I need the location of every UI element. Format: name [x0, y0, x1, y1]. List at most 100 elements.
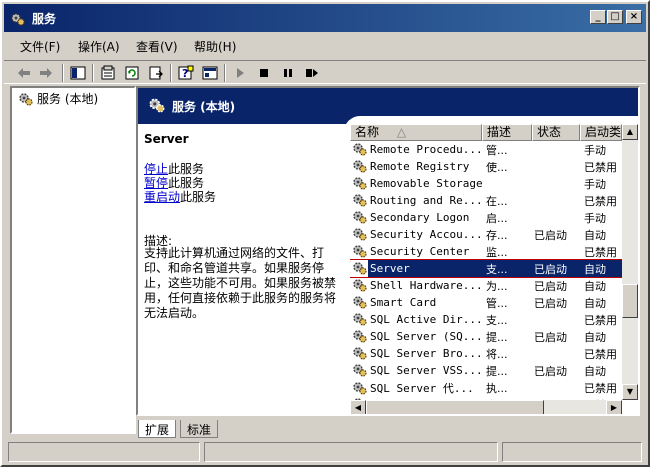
service-name-cell: SQL Server Bro... [352, 346, 482, 360]
service-gear-icon [352, 346, 368, 360]
service-name-cell: SQL Active Dir... [352, 312, 482, 326]
back-arrow-icon[interactable] [14, 63, 34, 83]
menu-file[interactable]: 文件(F) [16, 38, 64, 55]
service-row[interactable]: SQL Server (SQ... 提... 已启动 自动 [350, 328, 622, 345]
column-header-name[interactable]: 名称 △ [350, 124, 482, 141]
service-row[interactable]: Smart Card 管... 已启动 自动 [350, 294, 622, 311]
service-status: 已启动 [534, 331, 567, 344]
toolbar-separator [92, 64, 94, 82]
service-row[interactable]: Remote Registry 使... 已禁用 [350, 158, 622, 175]
service-name-cell: Remote Registry [352, 159, 482, 173]
details-pane: 服务 (本地) Server 停止此服务 暂停此服务 重启动此服务 描述: 支持… [136, 86, 640, 416]
column-header-startup-type[interactable]: 启动类型 [580, 124, 622, 141]
export-list-icon[interactable] [146, 63, 166, 83]
service-row[interactable]: Secondary Logon 启... 手动 [350, 209, 622, 226]
menu-help[interactable]: 帮助(H) [190, 38, 240, 55]
close-button[interactable]: × [626, 10, 642, 24]
service-gear-icon [352, 244, 368, 258]
service-row[interactable]: SQL Server Bro... 将... 已禁用 [350, 345, 622, 362]
service-row[interactable]: Security Center 监... 已禁用 [350, 243, 622, 260]
scroll-down-icon[interactable]: ▼ [622, 384, 638, 400]
service-row[interactable]: SQL Server 代... 执... 已禁用 [350, 379, 622, 396]
tab-extended[interactable]: 扩展 [138, 420, 177, 438]
service-row[interactable]: SQL Active Dir... 支... 已禁用 [350, 311, 622, 328]
vertical-scrollbar[interactable]: ▲ ▼ [622, 124, 638, 400]
properties-icon[interactable] [98, 63, 118, 83]
column-header-status[interactable]: 状态 [532, 124, 580, 141]
tab-standard[interactable]: 标准 [180, 420, 219, 438]
service-row[interactable]: SQL Server VSS... 提... 已启动 自动 [350, 362, 622, 379]
service-startup-type: 手动 [584, 178, 606, 191]
service-startup-type: 自动 [584, 229, 606, 242]
horizontal-scrollbar[interactable]: ◀ ▶ [350, 400, 622, 414]
tree-item-services-local[interactable]: 服务 (本地) [18, 90, 98, 107]
toolbar-separator [62, 64, 64, 82]
service-name: Security Accou... [370, 227, 482, 241]
service-row[interactable]: Remote Procedu... 管... 手动 [350, 141, 622, 158]
service-row[interactable]: Shell Hardware... 为... 已启动 自动 [350, 277, 622, 294]
service-name-cell: Security Center [352, 244, 482, 258]
service-name: Server [370, 261, 410, 275]
service-gear-icon [352, 312, 368, 326]
service-row[interactable]: Removable Storage 手动 [350, 175, 622, 192]
window-title: 服务 [32, 12, 57, 26]
service-startup-type: 自动 [584, 365, 606, 378]
menu-action[interactable]: 操作(A) [74, 38, 124, 55]
service-row[interactable]: Routing and Re... 在... 已禁用 [350, 192, 622, 209]
title-bar[interactable]: 服务 _ □ × [4, 4, 646, 32]
service-description: 支... [486, 263, 508, 276]
service-name-cell: SQL Server (SQ... [352, 329, 482, 343]
restart-link[interactable]: 重启动 [144, 190, 180, 204]
service-gear-icon [352, 210, 368, 224]
services-list: 名称 △ 描述 状态 启动类型 Remote Procedu...管...手动R… [350, 124, 638, 414]
service-status: 已启动 [534, 263, 567, 276]
services-gear-icon [10, 11, 26, 27]
toolbar: ? [4, 60, 646, 84]
pause-service-icon[interactable] [278, 63, 298, 83]
service-row[interactable]: Security Accou... 存... 已启动 自动 [350, 226, 622, 243]
service-startup-type: 已禁用 [584, 246, 617, 259]
service-name-cell: Routing and Re... [352, 193, 482, 207]
services-window: 服务 _ □ × 文件(F) 操作(A) 查看(V) 帮助(H) ? 服务 (本… [0, 0, 650, 467]
start-service-icon[interactable] [230, 63, 250, 83]
service-name-cell: SQL Server 代... [352, 380, 482, 396]
service-description: 支... [486, 314, 508, 327]
show-description-icon[interactable] [200, 63, 220, 83]
service-startup-type: 已禁用 [584, 195, 617, 208]
service-gear-icon [352, 329, 368, 343]
help-icon[interactable]: ? [176, 63, 196, 83]
service-status: 已启动 [534, 229, 567, 242]
stop-service-icon[interactable] [254, 63, 274, 83]
description-text: 支持此计算机通过网络的文件、打印、和命名管道共享。如果服务停止，这些功能不可用。… [144, 246, 337, 320]
service-description: 执... [486, 382, 508, 395]
service-gear-icon [352, 381, 368, 395]
horizontal-scroll-thumb[interactable] [366, 400, 544, 414]
service-name: Remote Procedu... [370, 142, 482, 156]
service-row[interactable]: Server 支... 已启动 自动 [350, 259, 622, 278]
service-name: Shell Hardware... [370, 278, 482, 292]
maximize-button[interactable]: □ [607, 10, 623, 24]
service-gear-icon [352, 159, 368, 173]
service-name: SQL Active Dir... [370, 312, 482, 326]
column-header-description[interactable]: 描述 [482, 124, 532, 141]
menu-view[interactable]: 查看(V) [132, 38, 182, 55]
service-name: Remote Registry [370, 159, 470, 173]
restart-service-icon[interactable] [302, 63, 322, 83]
show-hide-tree-icon[interactable] [68, 63, 88, 83]
service-gear-icon [352, 193, 368, 207]
status-bar [8, 442, 644, 462]
service-gear-icon [352, 363, 368, 377]
minimize-button[interactable]: _ [590, 10, 606, 24]
action-suffix: 此服务 [180, 190, 217, 204]
service-status: 已启动 [534, 365, 567, 378]
scroll-up-icon[interactable]: ▲ [622, 124, 638, 140]
refresh-icon[interactable] [122, 63, 142, 83]
scroll-left-icon[interactable]: ◀ [350, 400, 366, 414]
service-name-cell: Shell Hardware... [352, 278, 482, 292]
service-gear-icon [352, 142, 368, 156]
list-rows: Remote Procedu... 管... 手动 Remote Registry 使.… [350, 141, 622, 400]
service-name-cell: Smart Card [352, 295, 482, 309]
scroll-right-icon[interactable]: ▶ [606, 400, 622, 414]
forward-arrow-icon[interactable] [36, 63, 56, 83]
vertical-scroll-thumb[interactable] [622, 284, 638, 318]
